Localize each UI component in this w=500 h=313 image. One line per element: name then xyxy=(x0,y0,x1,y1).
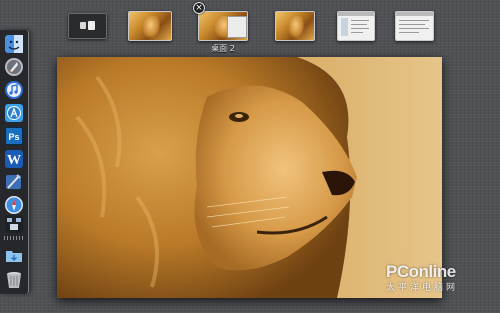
dashboard-space-thumbnail[interactable] xyxy=(68,13,107,39)
text-line xyxy=(399,28,429,29)
text-line xyxy=(399,32,419,33)
desktop-1-thumbnail[interactable] xyxy=(128,11,172,41)
photoshop-icon[interactable]: Ps xyxy=(4,126,24,146)
widget-icon xyxy=(80,22,86,29)
text-line xyxy=(351,20,369,21)
lion-wallpaper-thumbnail xyxy=(288,15,305,39)
lion-wallpaper-thumbnail xyxy=(143,15,161,39)
toolbar xyxy=(396,12,433,16)
trash-icon[interactable] xyxy=(4,270,24,290)
text-line xyxy=(351,24,367,25)
close-space-button[interactable]: × xyxy=(193,2,205,14)
dock: Ps W xyxy=(0,30,29,294)
app-store-icon[interactable] xyxy=(4,103,24,123)
watermark-brand: PConline xyxy=(386,262,456,281)
fullscreen-app-space-thumbnail[interactable] xyxy=(337,11,375,41)
mission-control-icon[interactable] xyxy=(4,214,24,234)
text-line xyxy=(399,20,429,21)
sidebar xyxy=(341,18,348,36)
watermark-subtitle: 太平洋电脑网 xyxy=(386,283,459,293)
downloads-folder-icon[interactable] xyxy=(4,246,24,266)
finder-icon[interactable] xyxy=(4,34,24,54)
spaces-bar: × 桌面 2 xyxy=(0,0,500,55)
lion-wallpaper xyxy=(57,57,442,298)
text-line xyxy=(351,32,363,33)
xcode-icon[interactable] xyxy=(4,172,24,192)
space-label: 桌面 2 xyxy=(211,44,235,53)
text-line xyxy=(351,28,369,29)
word-icon[interactable]: W xyxy=(4,149,24,169)
launchpad-icon[interactable] xyxy=(4,57,24,77)
lion-eye-iris xyxy=(235,114,243,118)
watermark: PConline 太平洋电脑网 xyxy=(386,262,496,293)
word-glyph: W xyxy=(7,153,21,168)
itunes-icon[interactable] xyxy=(4,80,24,100)
widget-icon xyxy=(88,21,95,30)
toolbar xyxy=(338,12,374,16)
photoshop-glyph: Ps xyxy=(8,132,19,142)
text-line xyxy=(399,24,425,25)
dock-separator xyxy=(4,236,24,240)
fullscreen-app-space-thumbnail[interactable] xyxy=(395,11,434,41)
desktop-3-thumbnail[interactable] xyxy=(275,11,315,41)
window-thumbnail xyxy=(227,16,247,38)
desktop-2-thumbnail[interactable] xyxy=(198,11,248,41)
safari-icon[interactable] xyxy=(4,195,24,215)
desktop-preview[interactable] xyxy=(57,57,442,298)
